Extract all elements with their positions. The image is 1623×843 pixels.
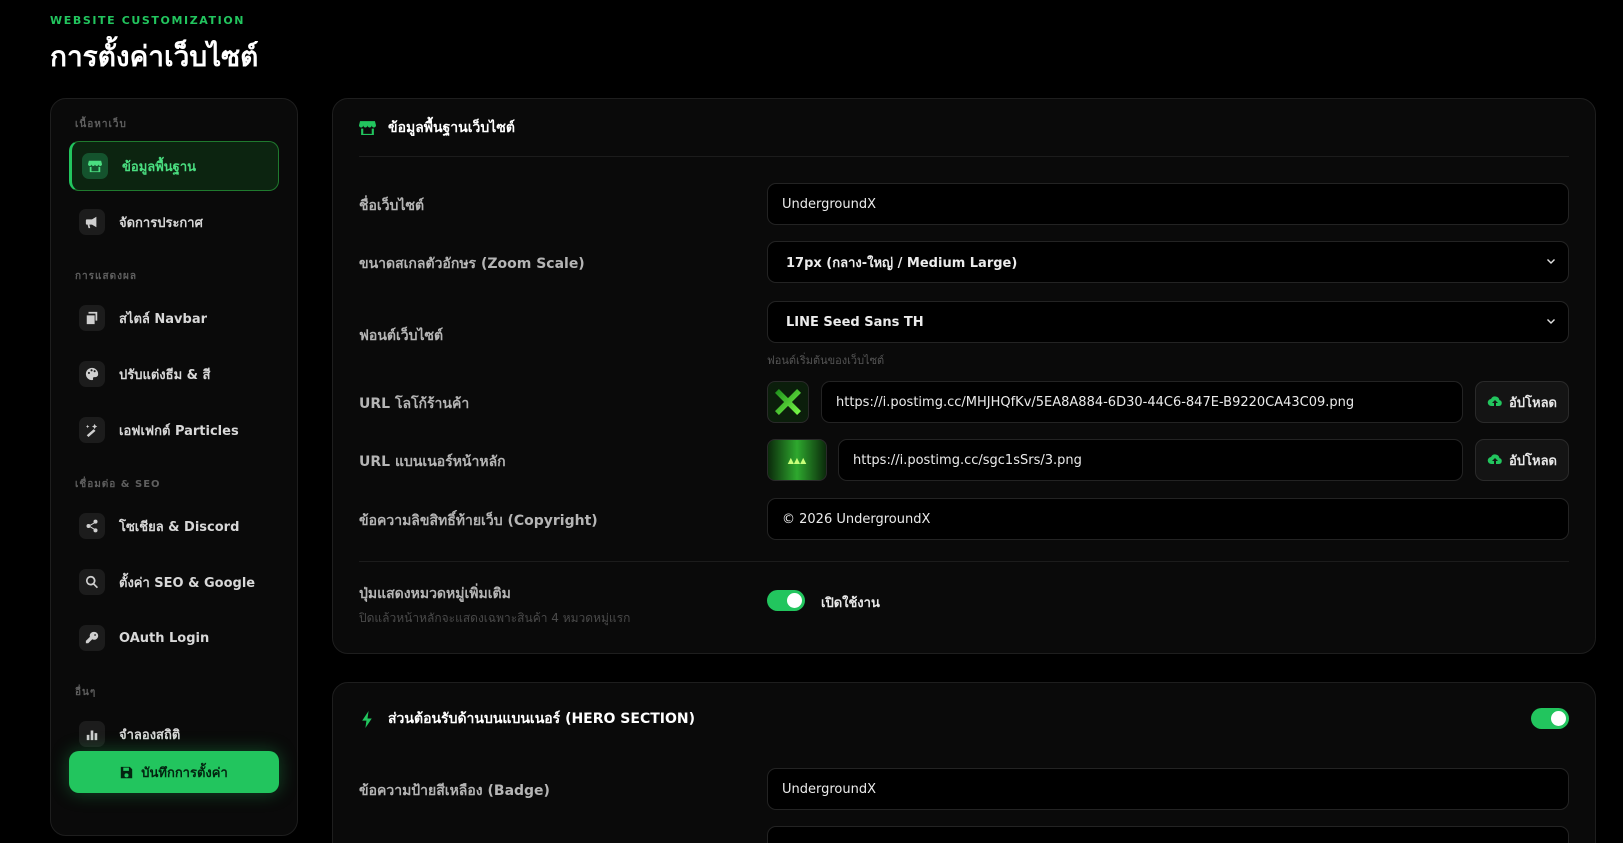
badge-label: ข้อความป้ายสีเหลือง (Badge) (359, 783, 550, 799)
badge-input[interactable]: UndergroundX (767, 768, 1569, 810)
save-settings-label: บันทึกการตั้งค่า (141, 765, 228, 781)
section-divider (359, 561, 1569, 562)
floppy-disk-icon (121, 766, 133, 778)
sidebar-item-oauth-login[interactable]: OAuth Login (69, 613, 279, 663)
sidebar-item-label: เอฟเฟกต์ Particles (119, 423, 239, 439)
font-select[interactable]: LINE Seed Sans TH (767, 301, 1569, 343)
sidebar-item-label: ตั้งค่า SEO & Google (119, 575, 256, 591)
font-value: LINE Seed Sans TH (786, 314, 924, 330)
sidebar-group-other: อื่นๆ (75, 687, 97, 698)
site-name-label: ชื่อเว็บไซต์ (359, 198, 425, 214)
logo-url-label: URL โลโก้ร้านค้า (359, 396, 470, 412)
sidebar-group-integrations: เชื่อมต่อ & SEO (75, 479, 161, 490)
logo-upload-label: อัปโหลด (1508, 395, 1558, 411)
sidebar-item-social-discord[interactable]: โซเชียล & Discord (69, 501, 279, 551)
page-header: WEBSITE CUSTOMIZATION การตั้งค่าเว็บไซต์ (50, 14, 258, 79)
bar-chart-icon (79, 721, 105, 747)
basic-info-card: ข้อมูลพื้นฐานเว็บไซต์ ชื่อเว็บไซต์ Under… (332, 98, 1596, 654)
sidebar-item-label: โซเชียล & Discord (119, 519, 240, 535)
cloud-upload-icon (1487, 396, 1502, 407)
hero-next-input[interactable] (767, 826, 1569, 843)
chevron-down-icon (1546, 256, 1556, 266)
layers-icon (79, 305, 105, 331)
magic-wand-icon (79, 417, 105, 443)
banner-preview-thumbnail: ▲▲▲ (767, 439, 827, 481)
sidebar-item-label: ข้อมูลพื้นฐาน (122, 159, 197, 175)
sidebar-item-label: จำลองสถิติ (119, 727, 181, 743)
sidebar-group-content: เนื้อหาเว็บ (75, 119, 127, 130)
more-categories-toggle[interactable] (767, 590, 805, 611)
font-hint: ฟอนต์เริ่มต้นของเว็บไซต์ (767, 354, 885, 367)
sidebar-item-label: OAuth Login (119, 630, 210, 646)
hero-section-card-header: ส่วนต้อนรับด้านบนแบนเนอร์ (HERO SECTION) (359, 683, 1569, 755)
logo-url-row: URL โลโก้ร้านค้า https://i.postimg.cc/MH… (359, 381, 1569, 423)
sidebar-item-label: ปรับแต่งธีม & สี (119, 367, 211, 383)
key-icon (79, 625, 105, 651)
banner-url-label: URL แบนเนอร์หน้าหลัก (359, 454, 506, 470)
sidebar-item-announcements[interactable]: จัดการประกาศ (69, 197, 279, 247)
sidebar-group-display: การแสดงผล (75, 271, 137, 282)
sidebar-item-label: จัดการประกาศ (119, 215, 203, 231)
banner-upload-button[interactable]: อัปโหลด (1475, 439, 1569, 481)
banner-url-input[interactable]: https://i.postimg.cc/sgc1sSrs/3.png (838, 439, 1463, 481)
page-title: การตั้งค่าเว็บไซต์ (50, 40, 259, 73)
zoom-scale-select[interactable]: 17px (กลาง-ใหญ่ / Medium Large) (767, 241, 1569, 283)
more-categories-label: ปุ่มแสดงหมวดหมู่เพิ่มเติม (359, 586, 511, 602)
sidebar-item-seo-google[interactable]: ตั้งค่า SEO & Google (69, 557, 279, 607)
store-icon (359, 121, 376, 135)
basic-info-card-header: ข้อมูลพื้นฐานเว็บไซต์ (359, 99, 1569, 157)
copyright-row: ข้อความลิขสิทธิ์ท้ายเว็บ (Copyright) © 2… (359, 498, 1569, 540)
lightning-bolt-icon (362, 710, 372, 728)
site-name-row: ชื่อเว็บไซต์ UndergroundX (359, 183, 1569, 225)
logo-upload-button[interactable]: อัปโหลด (1475, 381, 1569, 423)
logo-preview-thumbnail (767, 381, 809, 423)
banner-url-row: URL แบนเนอร์หน้าหลัก ▲▲▲ https://i.posti… (359, 439, 1569, 481)
font-label: ฟอนต์เว็บไซต์ (359, 328, 444, 344)
hero-section-toggle[interactable] (1531, 708, 1569, 729)
search-icon (79, 569, 105, 595)
zoom-scale-value: 17px (กลาง-ใหญ่ / Medium Large) (786, 255, 1018, 271)
cloud-upload-icon (1487, 454, 1502, 465)
megaphone-icon (79, 209, 105, 235)
page-eyebrow: WEBSITE CUSTOMIZATION (50, 14, 246, 27)
site-name-input[interactable]: UndergroundX (767, 183, 1569, 225)
share-icon (79, 513, 105, 539)
save-settings-button[interactable]: บันทึกการตั้งค่า (69, 751, 279, 793)
badge-row: ข้อความป้ายสีเหลือง (Badge) UndergroundX (359, 768, 1569, 810)
more-categories-toggle-label: เปิดใช้งาน (821, 596, 880, 611)
zoom-scale-label: ขนาดสเกลตัวอักษร (Zoom Scale) (359, 256, 585, 272)
more-categories-sublabel: ปิดแล้วหน้าหลักจะแสดงเฉพาะสินค้า 4 หมวดห… (359, 611, 631, 625)
more-categories-row: ปุ่มแสดงหมวดหมู่เพิ่มเติม ปิดแล้วหน้าหลั… (359, 583, 1569, 633)
sidebar-item-label: สไตล์ Navbar (119, 311, 208, 327)
hero-next-row (359, 826, 1569, 843)
logo-url-input[interactable]: https://i.postimg.cc/MHJHQfKv/5EA8A884-6… (821, 381, 1463, 423)
basic-info-card-title: ข้อมูลพื้นฐานเว็บไซต์ (388, 119, 515, 136)
hero-section-card-title: ส่วนต้อนรับด้านบนแบนเนอร์ (HERO SECTION) (388, 711, 696, 727)
settings-sidebar: เนื้อหาเว็บ ข้อมูลพื้นฐาน จัดการประกาศ ก… (50, 98, 298, 836)
copyright-label: ข้อความลิขสิทธิ์ท้ายเว็บ (Copyright) (359, 513, 598, 529)
sidebar-item-theme-colors[interactable]: ปรับแต่งธีม & สี (69, 349, 279, 399)
zoom-scale-row: ขนาดสเกลตัวอักษร (Zoom Scale) 17px (กลาง… (359, 241, 1569, 283)
banner-upload-label: อัปโหลด (1508, 453, 1558, 469)
store-icon (82, 153, 108, 179)
palette-icon (79, 361, 105, 387)
sidebar-item-particles[interactable]: เอฟเฟกต์ Particles (69, 405, 279, 455)
sidebar-item-navbar-style[interactable]: สไตล์ Navbar (69, 293, 279, 343)
font-row: ฟอนต์เว็บไซต์ LINE Seed Sans TH ฟอนต์เริ… (359, 301, 1569, 367)
chevron-down-icon (1546, 316, 1556, 326)
hero-section-card: ส่วนต้อนรับด้านบนแบนเนอร์ (HERO SECTION)… (332, 682, 1596, 843)
sidebar-item-basic-info[interactable]: ข้อมูลพื้นฐาน (69, 141, 279, 191)
copyright-input[interactable]: © 2026 UndergroundX (767, 498, 1569, 540)
